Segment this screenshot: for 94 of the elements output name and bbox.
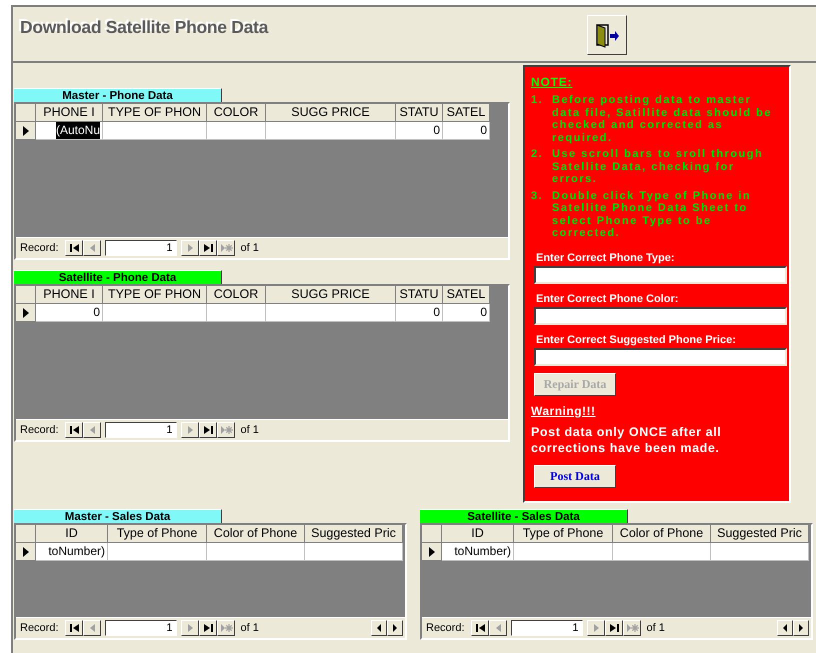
table-cell[interactable]: 0 xyxy=(396,122,443,140)
new-record-icon xyxy=(218,621,233,635)
new-record-icon xyxy=(624,621,639,635)
step-text: Use scroll bars to sroll through Satellite Data, checking for errors. xyxy=(552,148,764,186)
input-field[interactable] xyxy=(534,348,787,366)
record-count: of 1 xyxy=(240,424,259,436)
scroll-left-button[interactable] xyxy=(371,620,387,636)
column-header[interactable]: Suggested Pric xyxy=(305,525,403,543)
table-cell[interactable]: toNumber) xyxy=(442,543,514,561)
column-header[interactable]: Suggested Pric xyxy=(711,525,809,543)
column-header[interactable]: PHONE I xyxy=(36,104,103,122)
field-label: Enter Correct Phone Color: xyxy=(536,292,680,304)
column-header[interactable]: SUGG PRICE xyxy=(266,104,396,122)
post-data-button[interactable]: Post Data xyxy=(534,464,616,488)
field-label: Enter Correct Suggested Phone Price: xyxy=(536,334,737,346)
table-cell[interactable] xyxy=(108,543,207,561)
record-selector[interactable] xyxy=(16,543,36,561)
record-label: Record: xyxy=(426,622,465,634)
sheet-caption: Master - Phone Data xyxy=(14,88,222,102)
nav-first-button[interactable] xyxy=(470,620,489,636)
column-header[interactable]: COLOR xyxy=(207,104,266,122)
warning-text: Post data only ONCE after all corrections have been made. xyxy=(531,424,722,456)
table-cell[interactable] xyxy=(266,304,396,322)
column-header[interactable]: PHONE I xyxy=(36,286,103,304)
record-number-field[interactable]: 1 xyxy=(104,240,177,256)
record-label: Record: xyxy=(20,622,59,634)
sheet-caption: Satellite - Sales Data xyxy=(420,509,628,523)
record-label: Record: xyxy=(20,424,59,436)
record-count: of 1 xyxy=(240,622,259,634)
sheet-caption: Satellite - Phone Data xyxy=(14,270,222,284)
column-header[interactable]: STATU xyxy=(396,104,443,122)
column-header[interactable]: STATU xyxy=(396,286,443,304)
record-number-field[interactable]: 1 xyxy=(510,620,583,636)
table-cell[interactable] xyxy=(207,122,266,140)
step-text: Before posting data to master data file, Satillite data should be checked and corrected as required. xyxy=(552,94,773,144)
column-header[interactable]: Color of Phone xyxy=(613,525,711,543)
record-count: of 1 xyxy=(646,622,665,634)
exit-button[interactable] xyxy=(587,15,627,55)
table-cell[interactable] xyxy=(207,543,305,561)
scroll-right-button[interactable] xyxy=(793,620,809,636)
record-selector[interactable] xyxy=(422,543,442,561)
table-cell[interactable] xyxy=(711,543,809,561)
scroll-right-button[interactable] xyxy=(387,620,403,636)
record-number-field[interactable]: 1 xyxy=(104,620,177,636)
column-header[interactable]: Type of Phone xyxy=(108,525,207,543)
note-heading: NOTE: xyxy=(531,75,572,89)
nav-last-button[interactable] xyxy=(604,620,623,636)
table-cell[interactable] xyxy=(103,122,207,140)
sheet-caption: Master - Sales Data xyxy=(14,509,222,523)
column-header[interactable]: TYPE OF PHON xyxy=(103,286,207,304)
warning-heading: Warning!!! xyxy=(531,404,596,418)
new-record-icon xyxy=(218,241,233,255)
step-number: 2. xyxy=(531,148,544,162)
nav-last-button[interactable] xyxy=(198,620,217,636)
table-cell[interactable] xyxy=(266,122,396,140)
table-cell[interactable] xyxy=(103,304,207,322)
input-field[interactable] xyxy=(534,306,787,324)
step-number: 3. xyxy=(531,190,544,204)
column-header[interactable]: Color of Phone xyxy=(207,525,305,543)
input-field[interactable] xyxy=(534,266,787,284)
column-header[interactable]: TYPE OF PHON xyxy=(103,104,207,122)
record-count: of 1 xyxy=(240,242,259,254)
column-header[interactable]: ID xyxy=(442,525,514,543)
nav-first-button[interactable] xyxy=(64,422,83,438)
table-cell[interactable] xyxy=(305,543,403,561)
step-number: 1. xyxy=(531,94,544,108)
nav-first-button[interactable] xyxy=(64,620,83,636)
column-header[interactable]: Type of Phone xyxy=(514,525,613,543)
table-cell[interactable]: 0 xyxy=(443,304,490,322)
nav-last-button[interactable] xyxy=(198,422,217,438)
nav-last-button[interactable] xyxy=(198,240,217,256)
new-record-icon xyxy=(218,423,233,437)
form-title: Download Satellite Phone Data xyxy=(19,16,270,38)
table-cell[interactable]: toNumber) xyxy=(36,543,108,561)
record-number-field[interactable]: 1 xyxy=(104,422,177,438)
record-selector[interactable] xyxy=(16,304,36,322)
record-label: Record: xyxy=(20,242,59,254)
scroll-left-button[interactable] xyxy=(777,620,793,636)
nav-first-button[interactable] xyxy=(64,240,83,256)
table-cell[interactable]: 0 xyxy=(443,122,490,140)
field-label: Enter Correct Phone Type: xyxy=(536,252,676,264)
column-header[interactable]: ID xyxy=(36,525,108,543)
column-header[interactable]: SATEL xyxy=(443,104,490,122)
column-header[interactable]: COLOR xyxy=(207,286,266,304)
table-cell[interactable] xyxy=(207,304,266,322)
column-header[interactable]: SUGG PRICE xyxy=(266,286,396,304)
table-cell[interactable]: (AutoNu xyxy=(36,122,103,140)
table-cell[interactable]: 0 xyxy=(36,304,103,322)
step-text: Double click Type of Phone in Satellite Phone Data Sheet to select Phone Type to be corrected. xyxy=(552,190,752,240)
table-cell[interactable] xyxy=(514,543,613,561)
table-cell[interactable]: 0 xyxy=(396,304,443,322)
table-cell[interactable] xyxy=(613,543,711,561)
column-header[interactable]: SATEL xyxy=(443,286,490,304)
record-selector[interactable] xyxy=(16,122,36,140)
